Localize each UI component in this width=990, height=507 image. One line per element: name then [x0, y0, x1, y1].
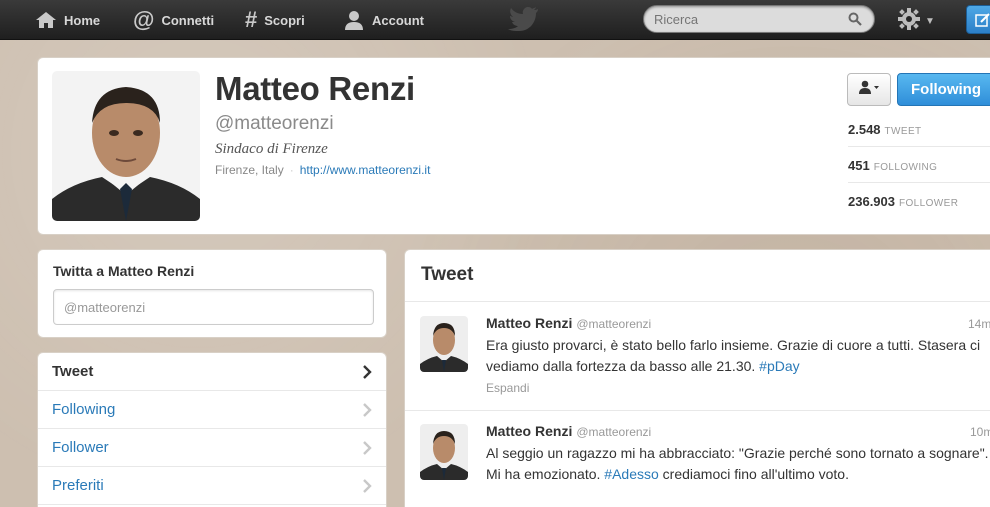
nav-account[interactable]: Account	[343, 0, 424, 40]
tweet-text: Al seggio un ragazzo mi ha abbracciato: …	[486, 443, 990, 485]
stat-divider	[848, 182, 990, 183]
chevron-right-icon	[363, 365, 372, 383]
settings-menu[interactable]: ▼	[897, 7, 935, 36]
stream-title: Tweet	[421, 264, 474, 285]
hashtag-link[interactable]: #pDay	[759, 358, 799, 374]
stat-followers[interactable]: 236.903 FOLLOWER	[848, 194, 958, 209]
user-actions-dropdown[interactable]	[847, 73, 891, 106]
profile-url-link[interactable]: http://www.matteorenzi.it	[300, 163, 431, 177]
tweet-timestamp[interactable]: 14m	[968, 317, 990, 331]
chevron-down-icon: ▼	[925, 16, 935, 27]
nav-connect-label: Connetti	[161, 12, 215, 28]
tweet-to-user-box: Twitta a Matteo Renzi	[37, 249, 387, 338]
following-button[interactable]: Following	[897, 73, 990, 106]
profile-nav-list: Tweet Following Follower Preferiti	[37, 352, 387, 507]
divider	[405, 410, 990, 411]
tweet-author[interactable]: Matteo Renzi @matteorenzi	[486, 423, 651, 439]
nav-connect[interactable]: @ Connetti	[133, 0, 214, 40]
nav-discover[interactable]: # Scopri	[245, 0, 305, 40]
hashtag-link[interactable]: #Adesso	[604, 466, 658, 482]
compose-tweet-button[interactable]	[966, 5, 990, 34]
divider	[405, 301, 990, 302]
nav-account-label: Account	[372, 12, 424, 28]
stat-following-label: FOLLOWING	[873, 162, 938, 173]
tweet-author-name: Matteo Renzi	[486, 315, 573, 331]
tweet-timestamp[interactable]: 10m	[970, 425, 990, 439]
tweet-author-handle: @matteorenzi	[576, 425, 652, 439]
search-input[interactable]	[654, 6, 844, 32]
nav-list-label: Following	[52, 401, 116, 418]
search-icon[interactable]	[848, 12, 862, 31]
profile-location: Firenze, Italy	[215, 163, 284, 177]
stat-tweets-value: 2.548	[848, 122, 881, 137]
tweet-avatar[interactable]	[420, 424, 468, 480]
nav-list-item-tweet[interactable]: Tweet	[38, 353, 386, 391]
separator: ·	[289, 163, 294, 177]
at-icon: @	[133, 7, 155, 32]
tweet-avatar[interactable]	[420, 316, 468, 372]
profile-name: Matteo Renzi	[215, 70, 415, 107]
twitter-bird-icon[interactable]	[507, 6, 539, 37]
stat-following[interactable]: 451 FOLLOWING	[848, 158, 937, 173]
tweet-author-name: Matteo Renzi	[486, 423, 573, 439]
tweet-to-title: Twitta a Matteo Renzi	[53, 263, 195, 279]
nav-list-item-favorites[interactable]: Preferiti	[38, 467, 386, 505]
stat-tweets[interactable]: 2.548 TWEET	[848, 122, 922, 137]
top-navigation-bar: Home @ Connetti # Scopri Account ▼	[0, 0, 990, 40]
nav-list-label: Preferiti	[52, 477, 104, 494]
nav-home[interactable]: Home	[35, 0, 100, 40]
profile-avatar[interactable]	[52, 71, 200, 221]
search-box[interactable]	[643, 5, 875, 33]
person-icon	[343, 10, 365, 30]
nav-home-label: Home	[64, 12, 101, 28]
stat-followers-label: FOLLOWER	[899, 198, 959, 209]
profile-bio: Sindaco di Firenze	[215, 141, 328, 157]
stat-tweets-label: TWEET	[884, 126, 922, 137]
nav-list-label: Follower	[52, 439, 109, 456]
stat-following-value: 451	[848, 158, 870, 173]
stat-divider	[848, 146, 990, 147]
compose-icon	[975, 12, 990, 33]
hash-icon: #	[245, 7, 258, 32]
tweet-author-handle: @matteorenzi	[576, 317, 652, 331]
profile-location-line: Firenze, Italy · http://www.matteorenzi.it	[215, 163, 430, 177]
tweet-author[interactable]: Matteo Renzi @matteorenzi	[486, 315, 651, 331]
nav-discover-label: Scopri	[264, 12, 305, 28]
profile-handle: @matteorenzi	[215, 113, 334, 134]
stat-followers-value: 236.903	[848, 194, 895, 209]
gear-icon	[897, 7, 921, 36]
home-icon	[35, 11, 57, 29]
person-icon	[858, 80, 880, 99]
expand-tweet-link[interactable]: Espandi	[486, 381, 529, 395]
tweet-to-input[interactable]	[53, 289, 374, 325]
chevron-right-icon	[363, 441, 372, 459]
chevron-right-icon	[363, 479, 372, 497]
chevron-right-icon	[363, 403, 372, 421]
nav-list-label: Tweet	[52, 363, 94, 380]
tweet-text: Era giusto provarci, è stato bello farlo…	[486, 335, 990, 377]
tweet-text-body: crediamoci fino all'ultimo voto.	[662, 466, 849, 482]
nav-list-item-following[interactable]: Following	[38, 391, 386, 429]
tweet-text-body: Era giusto provarci, è stato bello farlo…	[486, 337, 981, 374]
nav-list-item-followers[interactable]: Follower	[38, 429, 386, 467]
